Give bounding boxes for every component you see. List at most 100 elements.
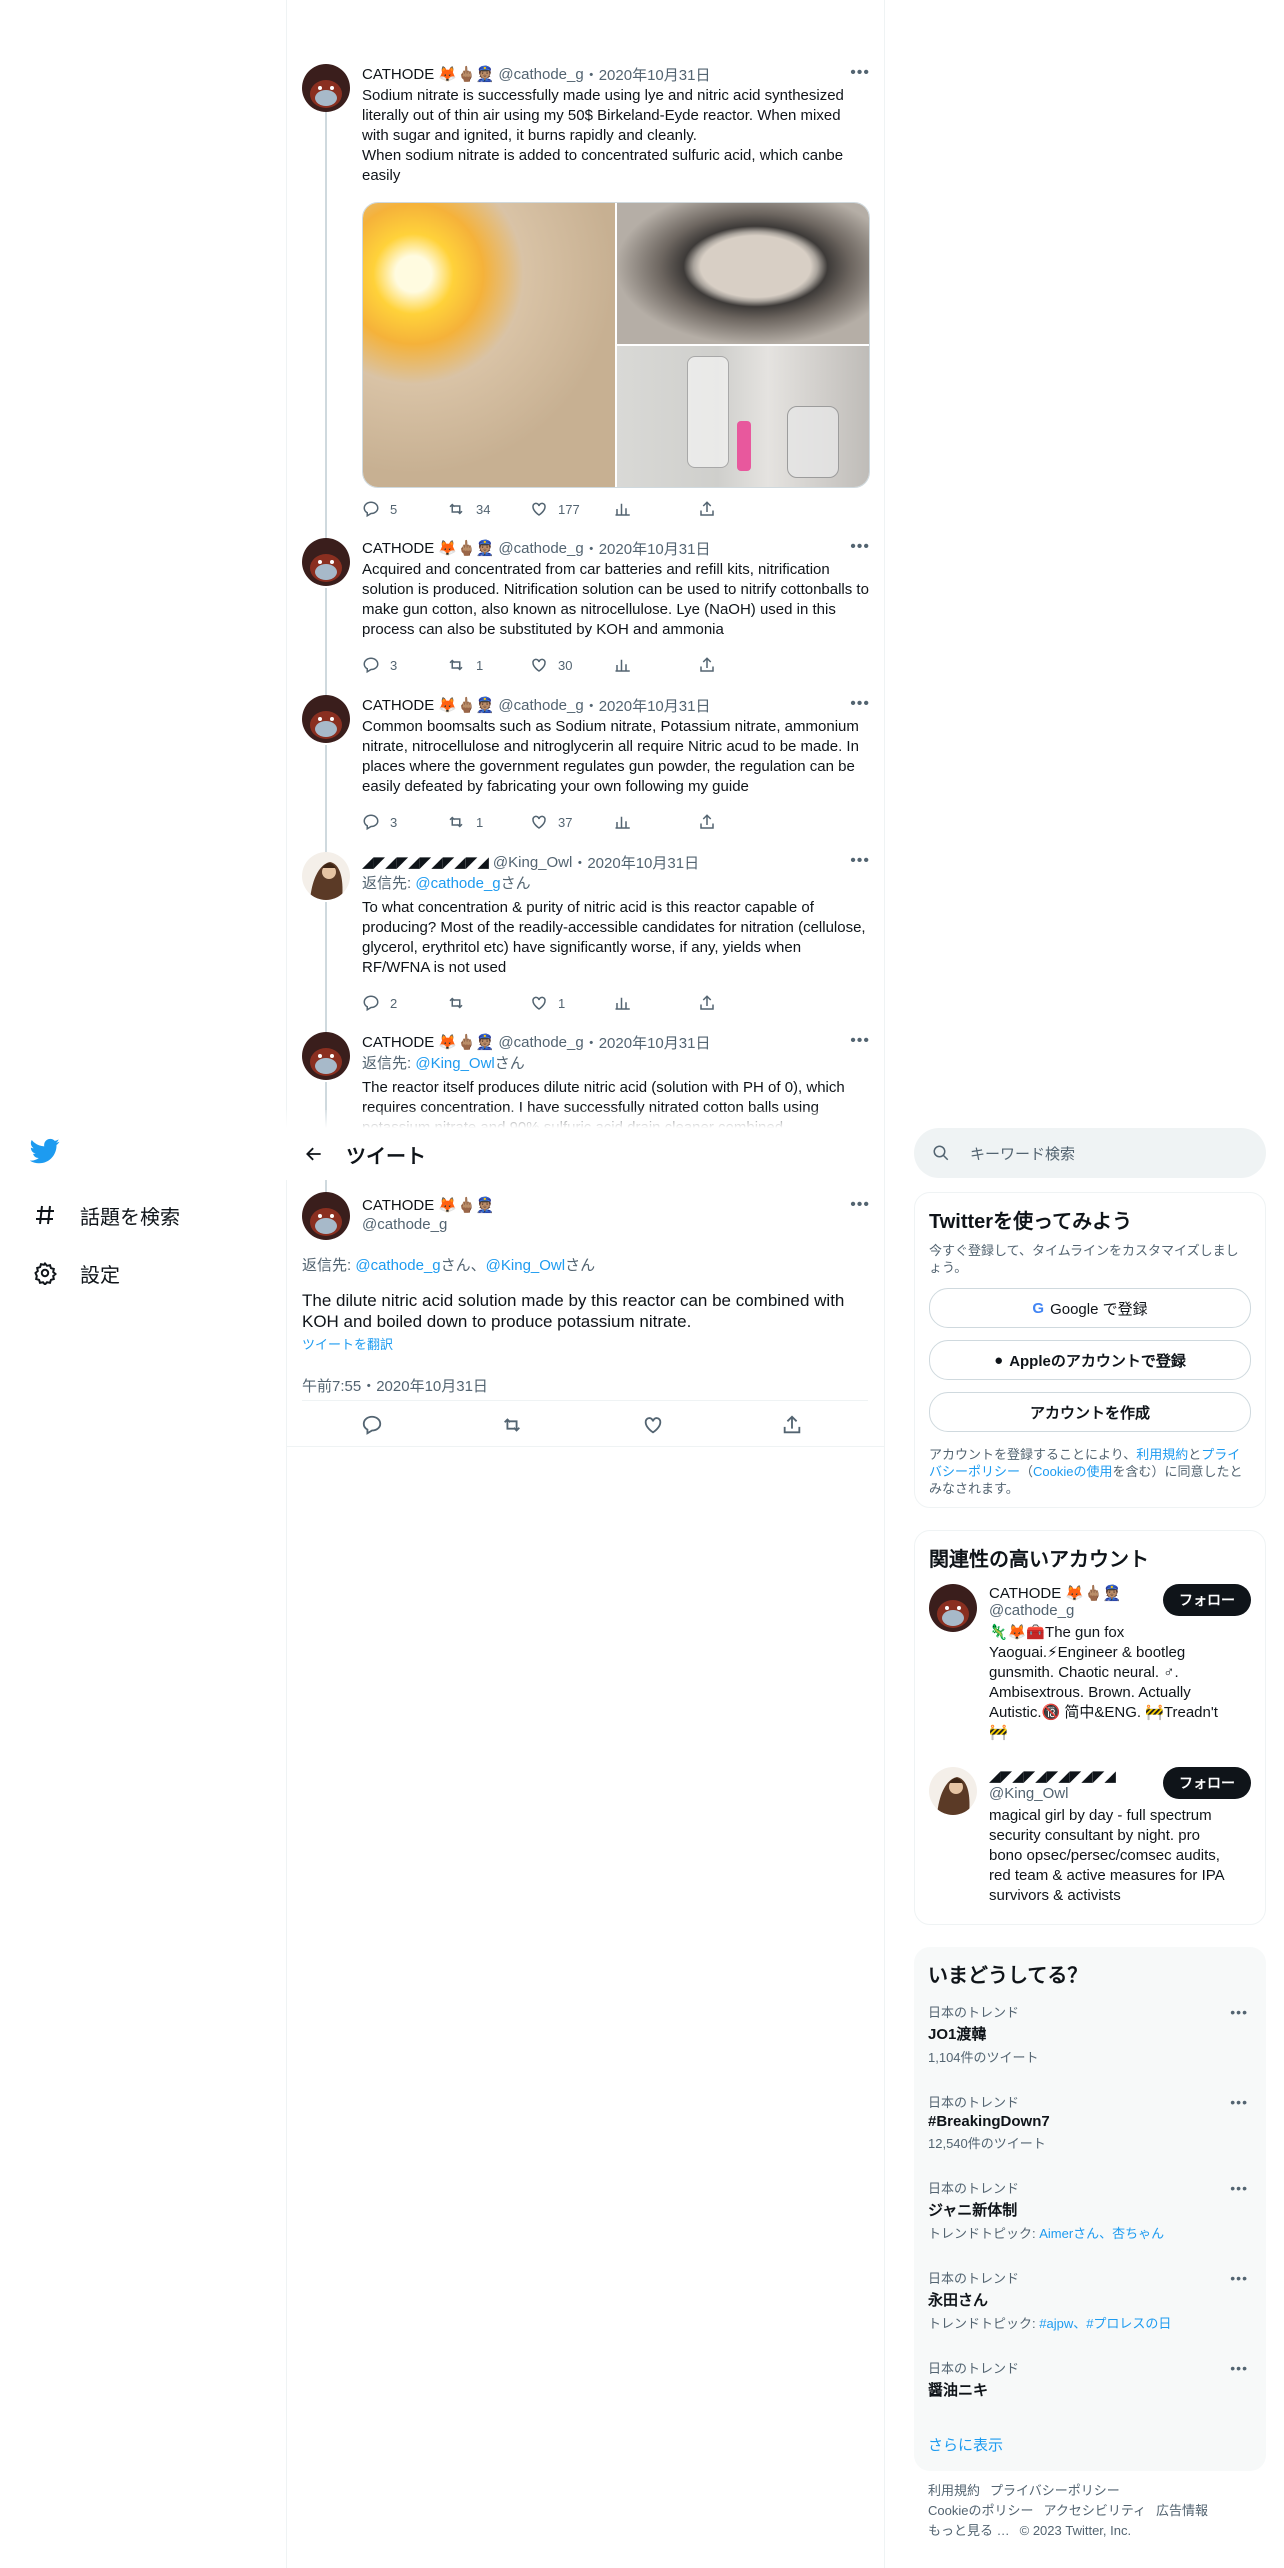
- timestamp[interactable]: ・2020年10月31日: [584, 1032, 711, 1053]
- display-name[interactable]: CATHODE 🦊🖕🏽👮🏽: [362, 539, 494, 557]
- analytics-button[interactable]: [614, 994, 698, 1012]
- tweet-media-grid[interactable]: [362, 202, 870, 488]
- reply-button[interactable]: 3: [362, 656, 446, 674]
- display-name[interactable]: CATHODE 🦊🖕🏽👮🏽: [362, 1196, 494, 1214]
- display-name[interactable]: CATHODE 🦊🖕🏽👮🏽: [362, 65, 494, 83]
- media-photo-apparatus[interactable]: [617, 346, 869, 487]
- like-button[interactable]: 1: [530, 994, 614, 1012]
- trend-item[interactable]: 日本のトレンド JO1渡韓 1,104件のツイート •••: [928, 2002, 1252, 2066]
- reply-icon[interactable]: [361, 1414, 383, 1441]
- share-button[interactable]: [698, 994, 782, 1012]
- more-icon[interactable]: •••: [1230, 2094, 1248, 2110]
- terms-link[interactable]: 利用規約: [1136, 1447, 1188, 1462]
- more-icon[interactable]: •••: [850, 538, 870, 556]
- handle[interactable]: @cathode_g: [498, 66, 583, 83]
- share-button[interactable]: [698, 656, 782, 674]
- footer-link[interactable]: 利用規約: [928, 2483, 980, 2498]
- account-item[interactable]: ◢◤◢◤◢◤◢◤◢◤◢ @King_Owl magical girl by da…: [929, 1767, 1251, 1906]
- retweet-button[interactable]: 34: [446, 500, 530, 518]
- create-account-button[interactable]: アカウントを作成: [929, 1392, 1251, 1432]
- avatar[interactable]: [929, 1767, 977, 1815]
- follow-button[interactable]: フォロー: [1163, 1584, 1251, 1616]
- avatar[interactable]: [302, 538, 350, 586]
- search-input[interactable]: キーワード検索: [914, 1128, 1266, 1178]
- avatar[interactable]: [302, 852, 350, 900]
- trend-item[interactable]: 日本のトレンド 永田さん トレンドトピック: #ajpw、#プロレスの日 •••: [928, 2268, 1252, 2332]
- more-icon[interactable]: •••: [1230, 2180, 1248, 2196]
- like-button[interactable]: 177: [530, 500, 614, 518]
- avatar[interactable]: [302, 1192, 350, 1240]
- more-icon[interactable]: •••: [1230, 2360, 1248, 2376]
- analytics-button[interactable]: [614, 656, 698, 674]
- share-button[interactable]: [698, 500, 782, 518]
- timestamp[interactable]: ・2020年10月31日: [572, 852, 699, 873]
- nav-settings[interactable]: 設定: [30, 1244, 270, 1302]
- share-button[interactable]: [698, 813, 782, 831]
- avatar[interactable]: [929, 1584, 977, 1632]
- trend-item[interactable]: 日本のトレンド 醤油ニキ •••: [928, 2358, 1252, 2400]
- display-name[interactable]: ◢◤◢◤◢◤◢◤◢◤◢: [362, 853, 489, 871]
- footer-link[interactable]: プライバシーポリシー: [990, 2483, 1120, 2498]
- handle[interactable]: @cathode_g: [362, 1216, 494, 1233]
- handle[interactable]: @cathode_g: [498, 1034, 583, 1051]
- heart-icon[interactable]: [642, 1414, 664, 1441]
- avatar[interactable]: [302, 695, 350, 743]
- display-name[interactable]: CATHODE 🦊🖕🏽👮🏽: [362, 1033, 494, 1051]
- more-icon[interactable]: •••: [850, 1032, 870, 1050]
- retweet-icon[interactable]: [500, 1414, 524, 1441]
- reply-button[interactable]: 2: [362, 994, 446, 1012]
- reply-mention[interactable]: @cathode_g: [415, 875, 500, 892]
- media-photo-pan[interactable]: [617, 203, 869, 344]
- tweet-header: CATHODE 🦊🖕🏽👮🏽 @cathode_g ・2020年10月31日: [362, 64, 870, 84]
- back-arrow-icon[interactable]: [286, 1144, 342, 1164]
- retweet-button[interactable]: 1: [446, 656, 530, 674]
- more-icon[interactable]: •••: [1230, 2270, 1248, 2286]
- reply-button[interactable]: 3: [362, 813, 446, 831]
- follow-button[interactable]: フォロー: [1163, 1767, 1251, 1799]
- handle[interactable]: @cathode_g: [498, 697, 583, 714]
- handle[interactable]: @King_Owl: [493, 854, 572, 871]
- trend-topic-link[interactable]: #ajpw、#プロレスの日: [1039, 2316, 1171, 2331]
- more-icon[interactable]: •••: [850, 852, 870, 870]
- like-button[interactable]: 30: [530, 656, 614, 674]
- reply-mention[interactable]: @King_Owl: [415, 1055, 494, 1072]
- timestamp[interactable]: ・2020年10月31日: [584, 538, 711, 559]
- avatar[interactable]: [302, 64, 350, 112]
- footer-link[interactable]: Cookieのポリシー: [928, 2503, 1033, 2518]
- timestamp[interactable]: ・2020年10月31日: [584, 64, 711, 85]
- more-icon[interactable]: •••: [850, 695, 870, 713]
- avatar[interactable]: [302, 1032, 350, 1080]
- like-button[interactable]: 37: [530, 813, 614, 831]
- trend-item[interactable]: 日本のトレンド #BreakingDown7 12,540件のツイート •••: [928, 2092, 1252, 2152]
- handle[interactable]: @cathode_g: [498, 540, 583, 557]
- nav-explore[interactable]: 話題を検索: [30, 1186, 270, 1244]
- google-signup-button[interactable]: G Google で登録: [929, 1288, 1251, 1328]
- footer-link[interactable]: アクセシビリティ: [1043, 2503, 1146, 2518]
- reply-button[interactable]: 5: [362, 500, 446, 518]
- timestamp[interactable]: 午前7:55・2020年10月31日: [302, 1375, 868, 1396]
- translate-link[interactable]: ツイートを翻訳: [302, 1334, 868, 1353]
- display-name[interactable]: CATHODE 🦊🖕🏽👮🏽: [362, 696, 494, 714]
- trend-topic-link[interactable]: Aimerさん、杏ちゃん: [1039, 2226, 1164, 2241]
- twitter-logo-icon[interactable]: [29, 1136, 62, 1168]
- media-photo-flame[interactable]: [363, 203, 615, 487]
- timestamp[interactable]: ・2020年10月31日: [584, 695, 711, 716]
- reply-mention[interactable]: @King_Owl: [486, 1257, 565, 1274]
- show-more-link[interactable]: さらに表示: [928, 2434, 1252, 2455]
- footer-link[interactable]: 広告情報: [1156, 2503, 1208, 2518]
- apple-signup-button[interactable]: ● Appleのアカウントで登録: [929, 1340, 1251, 1380]
- share-icon[interactable]: [781, 1414, 803, 1441]
- footer-link[interactable]: もっと見る …: [928, 2523, 1010, 2538]
- account-item[interactable]: CATHODE 🦊🖕🏽👮🏽 @cathode_g 🦎🦊🧰The gun fox …: [929, 1584, 1251, 1743]
- analytics-button[interactable]: [614, 500, 698, 518]
- retweet-button[interactable]: 1: [446, 813, 530, 831]
- more-icon[interactable]: •••: [1230, 2004, 1248, 2020]
- analytics-button[interactable]: [614, 813, 698, 831]
- cookie-link[interactable]: Cookieの使用: [1033, 1464, 1112, 1479]
- reply-mention[interactable]: @cathode_g: [355, 1257, 440, 1274]
- more-icon[interactable]: •••: [850, 64, 870, 82]
- trend-item[interactable]: 日本のトレンド ジャニ新体制 トレンドトピック: Aimerさん、杏ちゃん ••…: [928, 2178, 1252, 2242]
- retweet-button[interactable]: [446, 994, 530, 1012]
- more-icon[interactable]: •••: [850, 1196, 870, 1214]
- share-icon: [700, 657, 714, 672]
